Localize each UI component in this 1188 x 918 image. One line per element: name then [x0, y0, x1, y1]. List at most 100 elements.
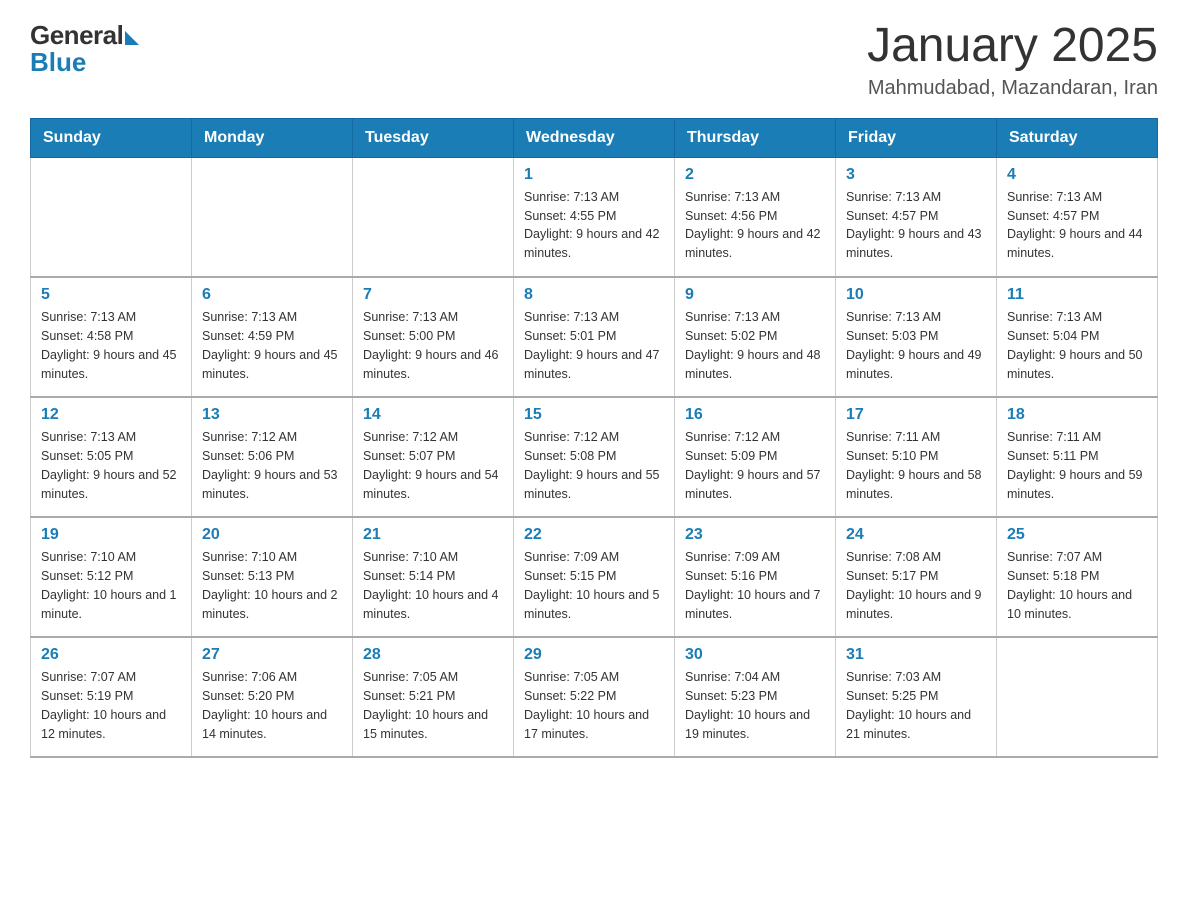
day-number: 21: [363, 526, 503, 544]
calendar-cell: 13 Sunrise: 7:12 AMSunset: 5:06 PMDayligh…: [192, 397, 353, 517]
day-info: Sunrise: 7:13 AMSunset: 4:57 PMDaylight:…: [1007, 188, 1147, 263]
day-number: 25: [1007, 526, 1147, 544]
day-number: 9: [685, 286, 825, 304]
day-info: Sunrise: 7:10 AMSunset: 5:12 PMDaylight:…: [41, 548, 181, 623]
day-number: 14: [363, 406, 503, 424]
calendar-cell: 17 Sunrise: 7:11 AMSunset: 5:10 PMDayligh…: [836, 397, 997, 517]
day-info: Sunrise: 7:09 AMSunset: 5:16 PMDaylight:…: [685, 548, 825, 623]
calendar-cell: 26Sunrise: 7:07 AMSunset: 5:19 PMDayligh…: [31, 637, 192, 757]
day-info: Sunrise: 7:13 AMSunset: 4:57 PMDaylight:…: [846, 188, 986, 263]
calendar-cell: 30Sunrise: 7:04 AMSunset: 5:23 PMDayligh…: [675, 637, 836, 757]
day-number: 1: [524, 166, 664, 184]
day-number: 13: [202, 406, 342, 424]
calendar-header-monday: Monday: [192, 118, 353, 157]
calendar-cell: 4Sunrise: 7:13 AMSunset: 4:57 PMDaylight…: [997, 157, 1158, 277]
logo: General Blue: [30, 20, 139, 78]
calendar-cell: 27 Sunrise: 7:06 AMSunset: 5:20 PMDayligh…: [192, 637, 353, 757]
day-number: 19: [41, 526, 181, 544]
calendar-cell: 21 Sunrise: 7:10 AMSunset: 5:14 PMDayligh…: [353, 517, 514, 637]
calendar-week-row: 1 Sunrise: 7:13 AMSunset: 4:55 PMDaylight…: [31, 157, 1158, 277]
day-number: 3: [846, 166, 986, 184]
day-info: Sunrise: 7:12 AMSunset: 5:06 PMDaylight:…: [202, 428, 342, 503]
day-number: 7: [363, 286, 503, 304]
calendar-cell: 2Sunrise: 7:13 AMSunset: 4:56 PMDaylight…: [675, 157, 836, 277]
calendar-cell: 25 Sunrise: 7:07 AMSunset: 5:18 PMDayligh…: [997, 517, 1158, 637]
calendar-cell: 7 Sunrise: 7:13 AMSunset: 5:00 PMDaylight…: [353, 277, 514, 397]
calendar-cell: 16 Sunrise: 7:12 AMSunset: 5:09 PMDayligh…: [675, 397, 836, 517]
day-info: Sunrise: 7:03 AMSunset: 5:25 PMDaylight:…: [846, 668, 986, 743]
day-info: Sunrise: 7:05 AMSunset: 5:21 PMDaylight:…: [363, 668, 503, 743]
calendar-cell: 1 Sunrise: 7:13 AMSunset: 4:55 PMDaylight…: [514, 157, 675, 277]
day-info: Sunrise: 7:12 AMSunset: 5:08 PMDaylight:…: [524, 428, 664, 503]
calendar-cell: 23 Sunrise: 7:09 AMSunset: 5:16 PMDayligh…: [675, 517, 836, 637]
title-area: January 2025 Mahmudabad, Mazandaran, Ira…: [867, 20, 1158, 100]
day-info: Sunrise: 7:07 AMSunset: 5:19 PMDaylight:…: [41, 668, 181, 743]
day-info: Sunrise: 7:11 AMSunset: 5:10 PMDaylight:…: [846, 428, 986, 503]
calendar-header-wednesday: Wednesday: [514, 118, 675, 157]
calendar-cell: 20Sunrise: 7:10 AMSunset: 5:13 PMDayligh…: [192, 517, 353, 637]
day-number: 16: [685, 406, 825, 424]
calendar-header-row: SundayMondayTuesdayWednesdayThursdayFrid…: [31, 118, 1158, 157]
day-info: Sunrise: 7:07 AMSunset: 5:18 PMDaylight:…: [1007, 548, 1147, 623]
calendar-table: SundayMondayTuesdayWednesdayThursdayFrid…: [30, 118, 1158, 759]
day-number: 11: [1007, 286, 1147, 304]
day-info: Sunrise: 7:13 AMSunset: 5:01 PMDaylight:…: [524, 308, 664, 383]
day-number: 5: [41, 286, 181, 304]
day-info: Sunrise: 7:13 AMSunset: 5:00 PMDaylight:…: [363, 308, 503, 383]
calendar-cell: 3 Sunrise: 7:13 AMSunset: 4:57 PMDaylight…: [836, 157, 997, 277]
day-number: 15: [524, 406, 664, 424]
day-info: Sunrise: 7:12 AMSunset: 5:09 PMDaylight:…: [685, 428, 825, 503]
day-number: 23: [685, 526, 825, 544]
day-number: 29: [524, 646, 664, 664]
calendar-header-saturday: Saturday: [997, 118, 1158, 157]
day-info: Sunrise: 7:12 AMSunset: 5:07 PMDaylight:…: [363, 428, 503, 503]
day-number: 18: [1007, 406, 1147, 424]
calendar-cell: 29Sunrise: 7:05 AMSunset: 5:22 PMDayligh…: [514, 637, 675, 757]
day-number: 8: [524, 286, 664, 304]
calendar-cell: [353, 157, 514, 277]
day-info: Sunrise: 7:10 AMSunset: 5:14 PMDaylight:…: [363, 548, 503, 623]
calendar-cell: 18 Sunrise: 7:11 AMSunset: 5:11 PMDayligh…: [997, 397, 1158, 517]
day-info: Sunrise: 7:13 AMSunset: 5:03 PMDaylight:…: [846, 308, 986, 383]
day-info: Sunrise: 7:13 AMSunset: 5:02 PMDaylight:…: [685, 308, 825, 383]
calendar-cell: 8 Sunrise: 7:13 AMSunset: 5:01 PMDaylight…: [514, 277, 675, 397]
calendar-cell: 19 Sunrise: 7:10 AMSunset: 5:12 PMDayligh…: [31, 517, 192, 637]
month-title: January 2025: [867, 20, 1158, 73]
day-number: 30: [685, 646, 825, 664]
day-number: 22: [524, 526, 664, 544]
calendar-cell: 11 Sunrise: 7:13 AMSunset: 5:04 PMDayligh…: [997, 277, 1158, 397]
day-info: Sunrise: 7:08 AMSunset: 5:17 PMDaylight:…: [846, 548, 986, 623]
day-number: 27: [202, 646, 342, 664]
day-number: 17: [846, 406, 986, 424]
day-info: Sunrise: 7:13 AMSunset: 4:59 PMDaylight:…: [202, 308, 342, 383]
calendar-cell: 28 Sunrise: 7:05 AMSunset: 5:21 PMDayligh…: [353, 637, 514, 757]
day-number: 24: [846, 526, 986, 544]
calendar-header-friday: Friday: [836, 118, 997, 157]
day-info: Sunrise: 7:13 AMSunset: 5:04 PMDaylight:…: [1007, 308, 1147, 383]
calendar-cell: 24 Sunrise: 7:08 AMSunset: 5:17 PMDayligh…: [836, 517, 997, 637]
day-info: Sunrise: 7:13 AMSunset: 4:58 PMDaylight:…: [41, 308, 181, 383]
day-info: Sunrise: 7:13 AMSunset: 4:56 PMDaylight:…: [685, 188, 825, 263]
day-number: 28: [363, 646, 503, 664]
calendar-cell: 14 Sunrise: 7:12 AMSunset: 5:07 PMDayligh…: [353, 397, 514, 517]
calendar-header-tuesday: Tuesday: [353, 118, 514, 157]
day-number: 6: [202, 286, 342, 304]
calendar-cell: 15 Sunrise: 7:12 AMSunset: 5:08 PMDayligh…: [514, 397, 675, 517]
day-info: Sunrise: 7:11 AMSunset: 5:11 PMDaylight:…: [1007, 428, 1147, 503]
day-info: Sunrise: 7:10 AMSunset: 5:13 PMDaylight:…: [202, 548, 342, 623]
calendar-cell: 6 Sunrise: 7:13 AMSunset: 4:59 PMDaylight…: [192, 277, 353, 397]
logo-triangle-icon: [125, 31, 139, 45]
day-number: 12: [41, 406, 181, 424]
calendar-cell: 22Sunrise: 7:09 AMSunset: 5:15 PMDayligh…: [514, 517, 675, 637]
calendar-header-thursday: Thursday: [675, 118, 836, 157]
calendar-cell: 10 Sunrise: 7:13 AMSunset: 5:03 PMDayligh…: [836, 277, 997, 397]
calendar-week-row: 5 Sunrise: 7:13 AMSunset: 4:58 PMDaylight…: [31, 277, 1158, 397]
day-info: Sunrise: 7:06 AMSunset: 5:20 PMDaylight:…: [202, 668, 342, 743]
day-number: 10: [846, 286, 986, 304]
day-info: Sunrise: 7:13 AMSunset: 4:55 PMDaylight:…: [524, 188, 664, 263]
page-header: General Blue January 2025 Mahmudabad, Ma…: [30, 20, 1158, 100]
calendar-header-sunday: Sunday: [31, 118, 192, 157]
calendar-cell: [997, 637, 1158, 757]
calendar-cell: 5 Sunrise: 7:13 AMSunset: 4:58 PMDaylight…: [31, 277, 192, 397]
location-title: Mahmudabad, Mazandaran, Iran: [867, 77, 1158, 100]
